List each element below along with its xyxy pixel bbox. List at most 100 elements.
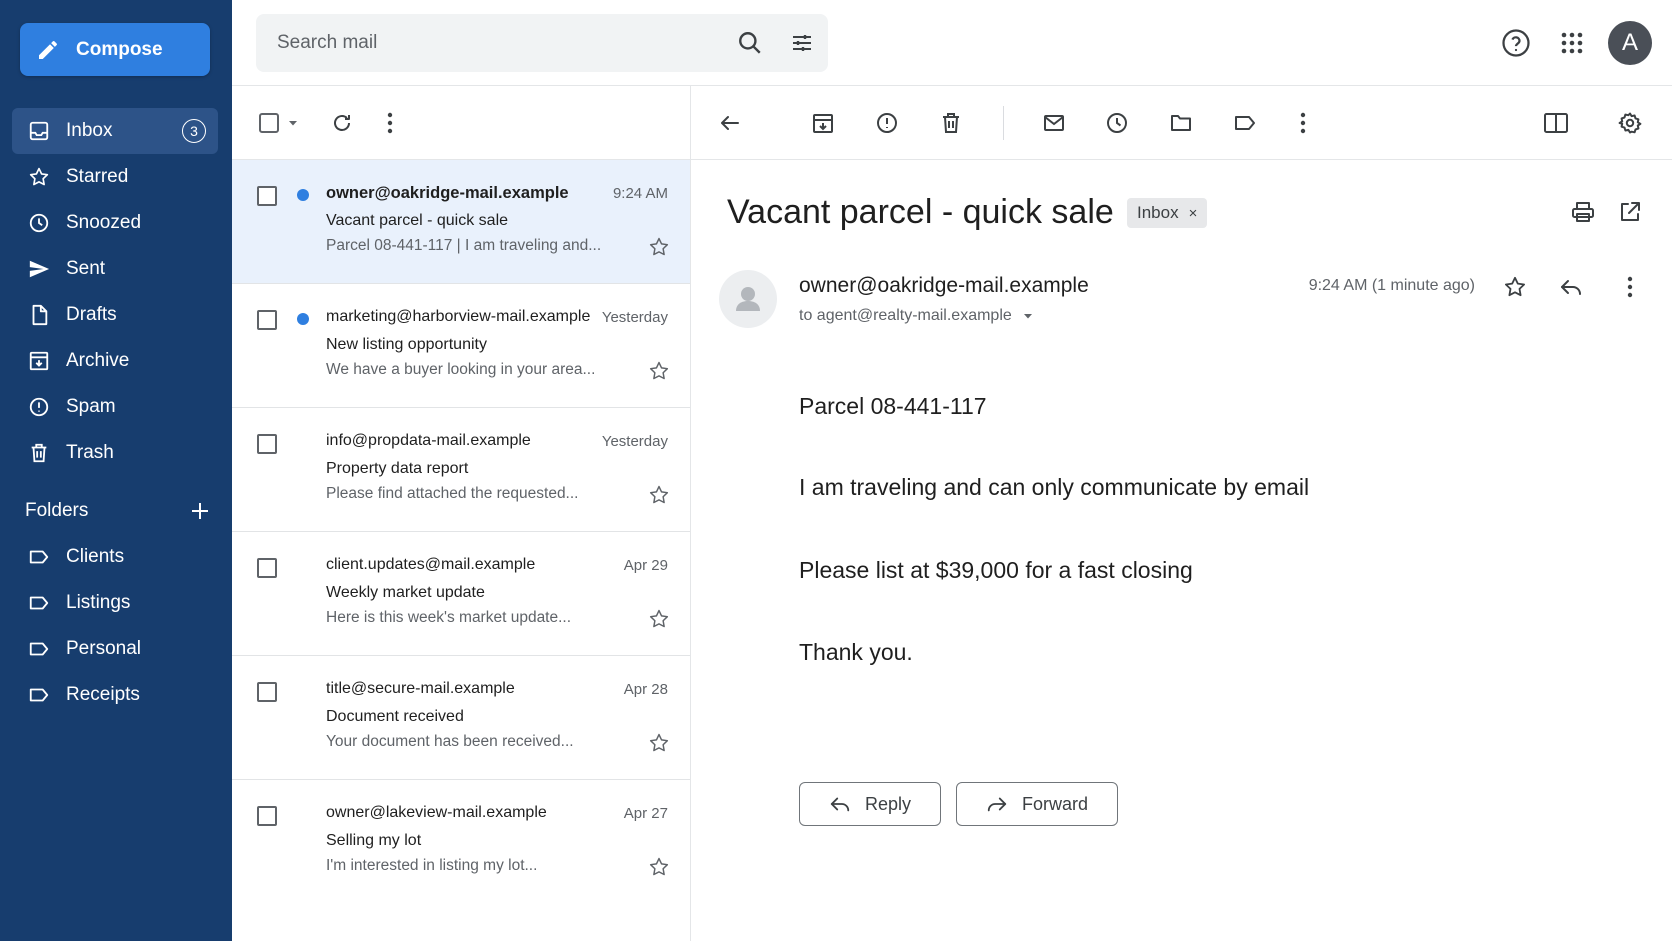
reply-icon[interactable]: [1553, 269, 1589, 305]
spam-icon: [26, 394, 52, 420]
sidebar-item-archive[interactable]: Archive: [12, 338, 218, 384]
sidebar-item-starred[interactable]: Starred: [12, 154, 218, 200]
print-icon[interactable]: [1565, 194, 1601, 230]
unread-dot: [297, 313, 309, 325]
label-icon: [26, 636, 52, 662]
sidebar-item-spam[interactable]: Spam: [12, 384, 218, 430]
folder-item-label: Listings: [66, 592, 131, 613]
more-vertical-icon[interactable]: [1283, 103, 1323, 143]
sidebar-item-inbox[interactable]: Inbox 3: [12, 108, 218, 154]
move-to-folder-icon[interactable]: [1161, 103, 1201, 143]
archive-icon[interactable]: [803, 103, 843, 143]
delete-icon[interactable]: [931, 103, 971, 143]
mark-unread-icon[interactable]: [1034, 103, 1074, 143]
forward-button[interactable]: Forward: [956, 782, 1118, 826]
file-icon: [26, 302, 52, 328]
sender-email: owner@oakridge-mail.example: [799, 274, 1089, 297]
row-checkbox[interactable]: [257, 682, 277, 702]
caret-down-icon: [1022, 310, 1034, 322]
remove-label-button[interactable]: ×: [1189, 205, 1198, 222]
caret-down-icon[interactable]: [282, 103, 304, 143]
star-icon[interactable]: [648, 360, 670, 382]
row-checkbox[interactable]: [257, 558, 277, 578]
email-subject: Vacant parcel - quick sale: [326, 212, 509, 229]
back-arrow-icon[interactable]: [710, 103, 750, 143]
sidebar: Compose Inbox 3 Starred Snoozed Sent Dra…: [0, 0, 232, 941]
folder-item-personal[interactable]: Personal: [12, 626, 218, 672]
user-avatar[interactable]: A: [1608, 21, 1652, 65]
recipient-line[interactable]: to agent@realty-mail.example: [799, 307, 1034, 325]
label-icon: [26, 590, 52, 616]
folder-item-receipts[interactable]: Receipts: [12, 672, 218, 718]
message-time: 9:24 AM (1 minute ago): [1308, 277, 1475, 294]
email-row[interactable]: owner@oakridge-mail.example 9:24 AM Vaca…: [232, 160, 690, 284]
row-checkbox[interactable]: [257, 310, 277, 330]
sidebar-item-snoozed[interactable]: Snoozed: [12, 200, 218, 246]
folder-item-clients[interactable]: Clients: [12, 534, 218, 580]
email-subject: Document received: [326, 708, 464, 725]
row-checkbox[interactable]: [257, 434, 277, 454]
message-body-line: Please list at $39,000 for a fast closin…: [799, 557, 1193, 583]
folder-item-listings[interactable]: Listings: [12, 580, 218, 626]
email-subject: New listing opportunity: [326, 336, 487, 353]
email-row[interactable]: client.updates@mail.example Apr 29 Weekl…: [232, 532, 690, 656]
star-icon[interactable]: [648, 608, 670, 630]
email-snippet: Please find attached the requested...: [326, 485, 579, 502]
open-in-new-window-icon[interactable]: [1612, 194, 1648, 230]
email-row[interactable]: info@propdata-mail.example Yesterday Pro…: [232, 408, 690, 532]
pencil-icon: [36, 38, 60, 62]
star-icon[interactable]: [648, 856, 670, 878]
star-icon[interactable]: [648, 484, 670, 506]
forward-button-label: Forward: [1021, 793, 1088, 814]
sidebar-item-trash[interactable]: Trash: [12, 430, 218, 476]
search-icon[interactable]: [724, 17, 776, 69]
list-toolbar: [232, 86, 690, 160]
sidebar-item-label: Sent: [66, 258, 106, 279]
message-body-line: Parcel 08-441-117: [799, 393, 987, 419]
settings-gear-icon[interactable]: [1610, 103, 1650, 143]
message-body-line: I am traveling and can only communicate …: [799, 474, 1310, 500]
star-icon[interactable]: [648, 732, 670, 754]
split-pane-icon[interactable]: [1536, 103, 1576, 143]
row-checkbox[interactable]: [257, 186, 277, 206]
label-icon[interactable]: [1225, 103, 1265, 143]
sidebar-item-sent[interactable]: Sent: [12, 246, 218, 292]
email-subject: Weekly market update: [326, 584, 485, 601]
compose-button[interactable]: Compose: [20, 23, 210, 76]
refresh-icon[interactable]: [322, 103, 362, 143]
email-sender: client.updates@mail.example: [326, 556, 536, 573]
star-icon[interactable]: [1497, 269, 1533, 305]
row-checkbox[interactable]: [257, 806, 277, 826]
report-spam-icon[interactable]: [867, 103, 907, 143]
folder-item-label: Receipts: [66, 684, 140, 705]
sidebar-item-drafts[interactable]: Drafts: [12, 292, 218, 338]
message-body-line: Thank you.: [799, 639, 913, 665]
email-list: owner@oakridge-mail.example 9:24 AM Vaca…: [232, 160, 690, 904]
search-options-icon[interactable]: [776, 17, 828, 69]
email-row[interactable]: title@secure-mail.example Apr 28 Documen…: [232, 656, 690, 780]
email-row[interactable]: marketing@harborview-mail.example Yester…: [232, 284, 690, 408]
sidebar-item-label: Trash: [66, 442, 114, 463]
snooze-icon[interactable]: [1097, 103, 1137, 143]
more-vertical-icon[interactable]: [370, 103, 410, 143]
sender-avatar: [719, 270, 777, 328]
select-all-checkbox[interactable]: [256, 103, 282, 143]
reply-button[interactable]: Reply: [799, 782, 941, 826]
help-icon[interactable]: [1492, 19, 1540, 67]
message-subject: Vacant parcel - quick sale: [727, 193, 1114, 231]
folder-item-label: Personal: [66, 638, 141, 659]
email-subject: Property data report: [326, 460, 469, 477]
add-folder-icon[interactable]: [190, 501, 210, 521]
unread-dot: [297, 189, 309, 201]
email-snippet: Parcel 08-441-117 | I am traveling and..…: [326, 237, 602, 254]
more-vertical-icon[interactable]: [1612, 269, 1648, 305]
email-row[interactable]: owner@lakeview-mail.example Apr 27 Selli…: [232, 780, 690, 904]
sidebar-item-label: Starred: [66, 166, 129, 187]
inbox-label-chip: Inbox ×: [1127, 198, 1208, 228]
apps-grid-icon[interactable]: [1548, 19, 1596, 67]
star-icon[interactable]: [648, 236, 670, 258]
folders-title: Folders: [25, 500, 89, 521]
search-input[interactable]: Search mail: [277, 32, 724, 54]
email-snippet: We have a buyer looking in your area...: [326, 361, 596, 378]
search-bar[interactable]: Search mail: [256, 14, 828, 72]
